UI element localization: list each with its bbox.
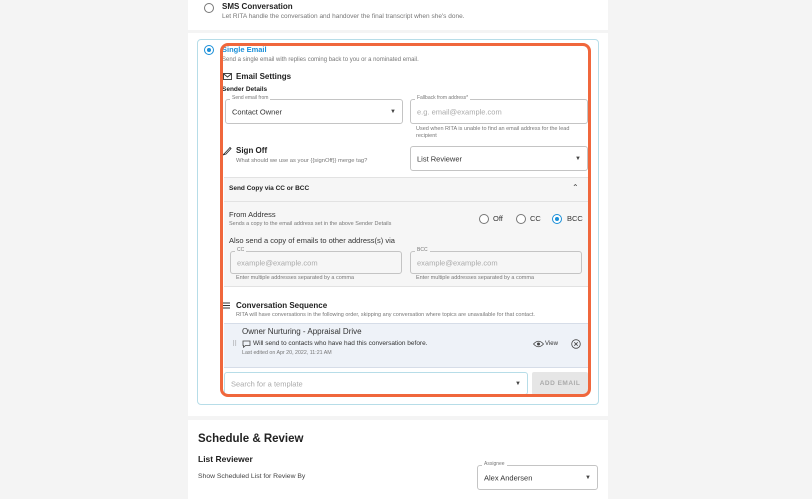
highlight-box: [220, 43, 591, 397]
schedule-title: Schedule & Review: [198, 433, 304, 445]
assignee-select[interactable]: Assignee Alex Andersen ▼: [477, 461, 598, 490]
chevron-down-icon: ▼: [585, 474, 591, 481]
show-list-label: Show Scheduled List for Review By: [198, 473, 306, 480]
sms-desc: Let RITA handle the conversation and han…: [222, 13, 465, 20]
email-radio[interactable]: [204, 45, 214, 55]
sms-radio[interactable]: [204, 3, 214, 13]
sms-title: SMS Conversation: [222, 2, 293, 11]
assignee-label: Assignee: [482, 461, 507, 467]
list-reviewer-title: List Reviewer: [198, 454, 253, 464]
assignee-value: Alex Andersen: [484, 473, 533, 482]
